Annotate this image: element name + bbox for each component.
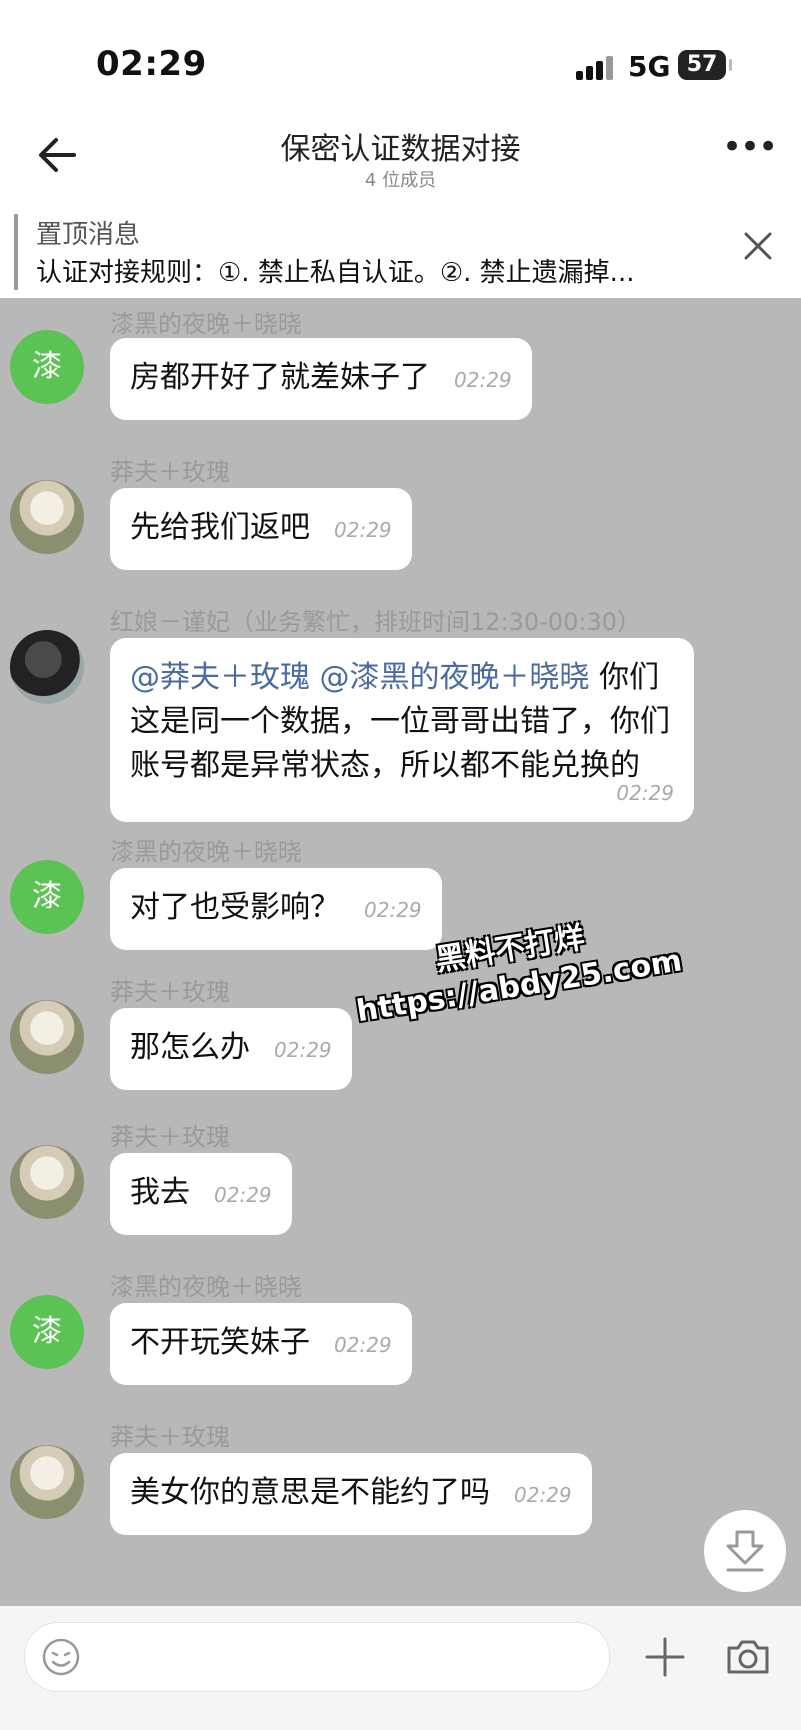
mention-link[interactable]: @莽夫＋玫瑰 <box>130 660 310 695</box>
message-bubble[interactable]: 我去 02:29 <box>110 1153 292 1235</box>
sender-name: 红娘－谨妃（业务繁忙，排班时间12:30-00:30） <box>110 608 641 636</box>
avatar[interactable] <box>10 1000 84 1074</box>
mention-link[interactable]: @漆黑的夜晚＋晓晓 <box>320 660 590 695</box>
message-time: 02:29 <box>214 1183 272 1207</box>
chat-title: 保密认证数据对接 <box>280 132 521 167</box>
message-time: 02:29 <box>334 518 392 542</box>
status-time: 02:29 <box>96 44 207 84</box>
plus-icon[interactable] <box>640 1632 690 1682</box>
emoji-icon[interactable] <box>40 1636 82 1678</box>
sender-name: 莽夫＋玫瑰 <box>110 978 230 1006</box>
sender-name: 漆黑的夜晚＋晓晓 <box>110 310 302 338</box>
sender-name: 莽夫＋玫瑰 <box>110 1123 230 1151</box>
message-text: 先给我们返吧 <box>130 510 310 545</box>
message-time: 02:29 <box>454 368 512 392</box>
pinned-bar <box>14 214 18 290</box>
avatar[interactable]: 漆 <box>10 860 84 934</box>
battery-indicator: 57 <box>678 50 732 80</box>
message-time: 02:29 <box>364 898 422 922</box>
avatar[interactable]: 漆 <box>10 1295 84 1369</box>
avatar[interactable]: 漆 <box>10 330 84 404</box>
message-bubble[interactable]: 对了也受影响？ 02:29 <box>110 868 442 950</box>
message-text: 房都开好了就差妹子了 <box>130 360 430 395</box>
avatar[interactable] <box>10 1145 84 1219</box>
message-text: 不开玩笑妹子 <box>130 1325 310 1360</box>
member-count: 4 位成员 <box>364 170 437 191</box>
sender-name: 漆黑的夜晚＋晓晓 <box>110 1273 302 1301</box>
sender-name: 莽夫＋玫瑰 <box>110 458 230 486</box>
avatar[interactable] <box>10 630 84 704</box>
avatar[interactable] <box>10 480 84 554</box>
status-bar: 02:29 5G 57 <box>0 0 801 110</box>
signal-icon <box>576 56 616 80</box>
message-time: 02:29 <box>274 1038 332 1062</box>
message-bubble[interactable]: 房都开好了就差妹子了 02:29 <box>110 338 532 420</box>
message-bubble[interactable]: 那怎么办 02:29 <box>110 1008 352 1090</box>
message-bubble[interactable]: 先给我们返吧 02:29 <box>110 488 412 570</box>
message-bubble[interactable]: 美女你的意思是不能约了吗 02:29 <box>110 1453 592 1535</box>
message-bubble[interactable]: @莽夫＋玫瑰 @漆黑的夜晚＋晓晓 你们这是同一个数据，一位哥哥出错了，你们账号都… <box>110 638 694 822</box>
network-type: 5G <box>628 50 671 83</box>
avatar[interactable] <box>10 1445 84 1519</box>
input-bar <box>0 1606 801 1730</box>
sender-name: 莽夫＋玫瑰 <box>110 1423 230 1451</box>
message-text: 我去 <box>130 1175 190 1210</box>
download-icon[interactable] <box>704 1510 786 1592</box>
message-text: 对了也受影响？ <box>130 890 340 925</box>
message-time: 02:29 <box>616 781 674 805</box>
camera-icon[interactable] <box>724 1634 772 1680</box>
message-text: 那怎么办 <box>130 1030 250 1065</box>
close-icon[interactable] <box>740 228 776 264</box>
message-time: 02:29 <box>514 1483 572 1507</box>
pinned-label: 置顶消息 <box>36 220 141 250</box>
message-text: 美女你的意思是不能约了吗 <box>130 1475 490 1510</box>
more-icon[interactable]: ••• <box>722 130 778 172</box>
message-bubble[interactable]: 不开玩笑妹子 02:29 <box>110 1303 412 1385</box>
chat-header: 保密认证数据对接 4 位成员 ••• <box>0 110 801 206</box>
message-time: 02:29 <box>334 1333 392 1357</box>
sender-name: 漆黑的夜晚＋晓晓 <box>110 838 302 866</box>
pinned-message[interactable]: 置顶消息 认证对接规则：①. 禁止私自认证。②. 禁止遗漏掉... <box>0 206 801 298</box>
message-input[interactable] <box>24 1622 610 1692</box>
pinned-text: 认证对接规则：①. 禁止私自认证。②. 禁止遗漏掉... <box>36 258 635 288</box>
